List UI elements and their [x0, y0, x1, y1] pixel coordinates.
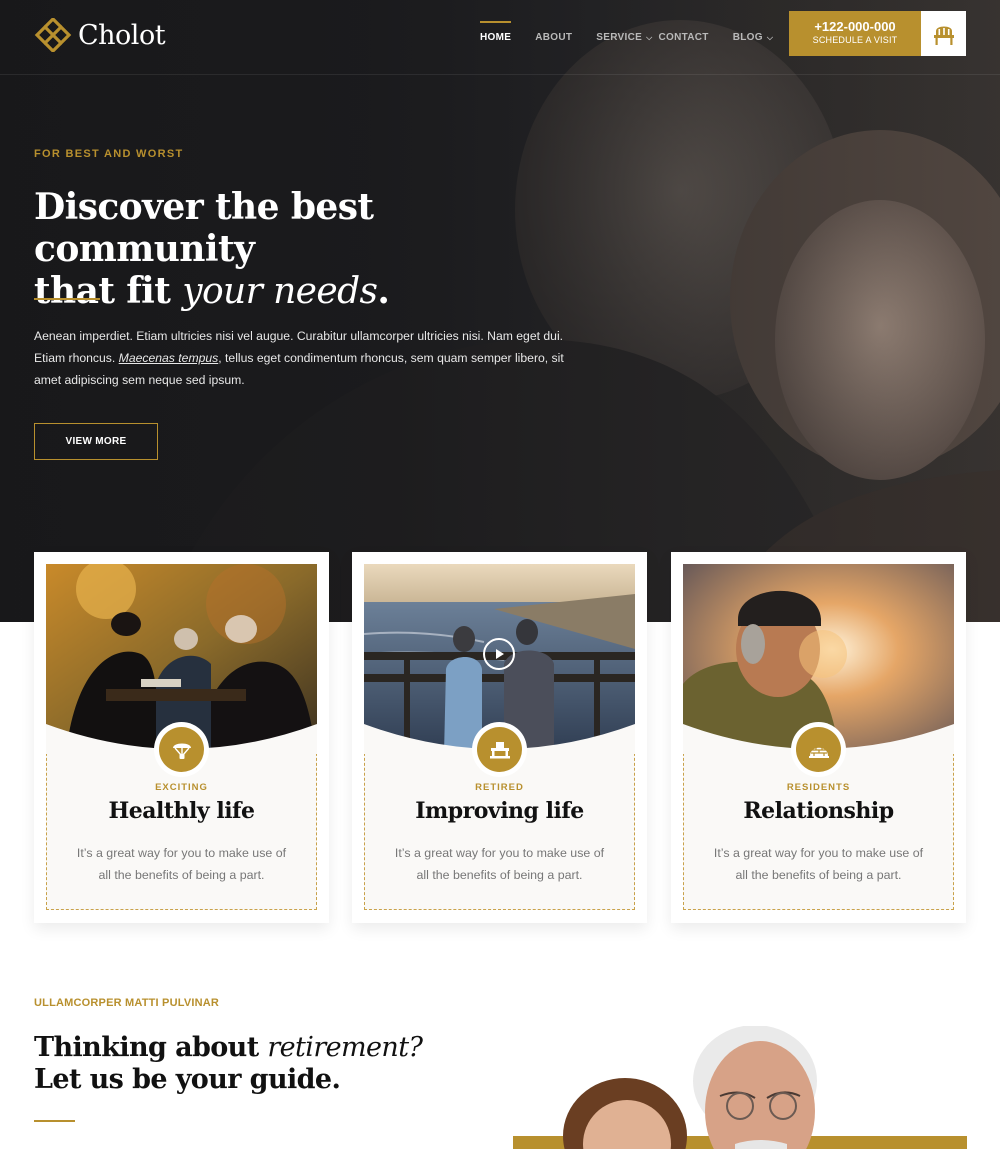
igloo-icon	[808, 746, 829, 758]
feature-card-improving-life[interactable]: RETIRED Improving life It’s a great way …	[352, 552, 647, 923]
card-text: It’s a great way for you to make use of …	[76, 846, 287, 882]
logo-icon	[34, 18, 72, 52]
main-nav: HOME ABOUT SERVICE ⌵ CONTACT BLOG ⌵	[480, 0, 773, 75]
chevron-down-icon: ⌵	[766, 32, 774, 42]
pier-icon	[489, 741, 510, 758]
hero-desc-link[interactable]: Maecenas tempus	[119, 351, 219, 365]
hero-title: Discover the best community that fit you…	[34, 186, 390, 312]
hero-description: Aenean imperdiet. Etiam ultricies nisi v…	[34, 329, 564, 387]
schedule-visit-button[interactable]: +122-000-000 SCHEDULE A VISIT	[789, 11, 921, 56]
section2-eyebrow: ULLAMCORPER MATTI PULVINAR	[34, 997, 220, 1009]
chair-icon	[933, 26, 954, 45]
card-tag: RESIDENTS	[786, 782, 851, 793]
logo-text: Cholot	[78, 19, 166, 51]
card-text: It’s a great way for you to make use of …	[713, 846, 924, 882]
cta-phone: +122-000-000	[814, 19, 896, 34]
feature-card-relationship[interactable]: RESIDENTS Relationship It’s a great way …	[671, 552, 966, 923]
nav-home[interactable]: HOME	[480, 0, 512, 75]
nav-blog[interactable]: BLOG ⌵	[733, 0, 773, 75]
nav-contact[interactable]: CONTACT	[658, 0, 708, 75]
card-tag: EXCITING	[155, 782, 208, 793]
cta-label: SCHEDULE A VISIT	[812, 35, 898, 45]
play-icon	[496, 649, 504, 659]
hero-eyebrow: FOR BEST AND WORST	[34, 148, 184, 160]
feature-card-healthy-life[interactable]: EXCITING Healthly life It’s a great way …	[34, 552, 329, 923]
section2-title: Thinking about retirement? Let us be you…	[34, 1032, 423, 1095]
play-video-button[interactable]	[483, 638, 515, 670]
nav-about[interactable]: ABOUT	[535, 0, 572, 75]
card-tag: RETIRED	[475, 782, 524, 793]
card-text: It’s a great way for you to make use of …	[394, 846, 605, 882]
card-title: Relationship	[743, 798, 894, 824]
cta-icon-button[interactable]	[921, 11, 966, 56]
chevron-down-icon: ⌵	[646, 32, 653, 42]
card-title: Healthly life	[108, 798, 255, 824]
card-title: Improving life	[415, 798, 584, 824]
site-header: Cholot HOME ABOUT SERVICE ⌵ CONTACT BLOG…	[0, 0, 1000, 75]
nav-service[interactable]: SERVICE ⌵	[596, 0, 652, 75]
hero-section: Cholot HOME ABOUT SERVICE ⌵ CONTACT BLOG…	[0, 0, 1000, 622]
parachute-icon	[172, 743, 191, 759]
view-more-button[interactable]: VIEW MORE	[34, 423, 158, 460]
section2-divider	[34, 1120, 75, 1122]
logo[interactable]: Cholot	[34, 18, 166, 52]
section2-couple-photo	[555, 1026, 835, 1149]
hero-divider	[34, 298, 100, 300]
